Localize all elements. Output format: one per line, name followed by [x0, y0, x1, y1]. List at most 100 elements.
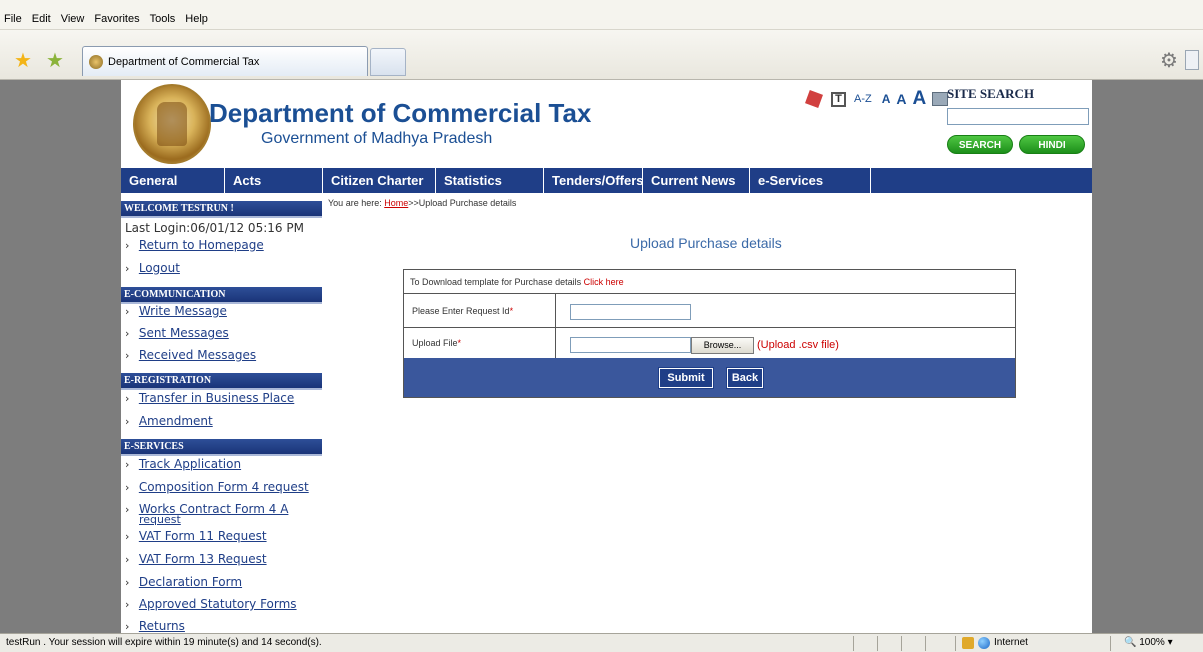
chevron-right-icon: ›	[125, 576, 130, 589]
status-separator	[901, 636, 902, 651]
back-button[interactable]: Back	[726, 367, 764, 389]
nav-statistics[interactable]: Statistics	[436, 168, 544, 193]
section-header-e-services: E-SERVICES	[121, 439, 322, 456]
last-login: Last Login:06/01/12 05:16 PM	[125, 221, 304, 235]
upload-hint: (Upload .csv file)	[757, 339, 839, 351]
security-zone[interactable]: Internet	[962, 634, 1028, 652]
chevron-right-icon: ›	[125, 481, 130, 494]
request-id-label-cell: Please Enter Request Id *	[404, 294, 556, 327]
menu-tools[interactable]: Tools	[150, 13, 176, 25]
sidebar-item-write-message[interactable]: › Write Message	[125, 304, 227, 318]
protected-mode-icon	[962, 637, 974, 649]
sidebar-item-transfer-business-place[interactable]: › Transfer in Business Place	[125, 391, 294, 405]
menu-edit[interactable]: Edit	[32, 13, 51, 25]
new-tab-button[interactable]	[370, 48, 406, 76]
site-favicon-icon	[89, 54, 103, 69]
sidebar-item-vat-form-11[interactable]: › VAT Form 11 Request	[125, 529, 267, 543]
nav-tenders-offers[interactable]: Tenders/Offers	[544, 168, 644, 193]
status-separator	[877, 636, 878, 651]
sidebar-item-vat-form-13[interactable]: › VAT Form 13 Request	[125, 552, 267, 566]
menu-favorites[interactable]: Favorites	[94, 13, 139, 25]
status-text: testRun . Your session will expire withi…	[6, 637, 322, 648]
required-mark: *	[509, 305, 514, 316]
upload-file-row: Upload File * Browse... (Upload .csv file…	[404, 328, 1015, 358]
sidebar-item-works-contract-form-cont[interactable]: request	[139, 513, 181, 526]
chevron-right-icon: ›	[125, 239, 130, 252]
chevron-right-icon: ›	[125, 327, 130, 340]
sidebar-item-return-home[interactable]: › Return to Homepage	[125, 238, 264, 252]
chevron-right-icon: ›	[125, 553, 130, 566]
download-template-text: To Download template for Purchase detail…	[410, 277, 582, 287]
section-header-e-registration: E-REGISTRATION	[121, 373, 322, 390]
text-tools: T A-Z A A A	[805, 88, 949, 110]
breadcrumb-current: >>Upload Purchase details	[408, 198, 517, 208]
zone-label: Internet	[994, 637, 1028, 648]
add-favorites-icon[interactable]: ★	[44, 50, 66, 72]
sidebar-item-sent-messages[interactable]: › Sent Messages	[125, 326, 229, 340]
chevron-right-icon: ›	[125, 305, 130, 318]
zoom-level[interactable]: 🔍 100% ▾	[1124, 634, 1173, 652]
sidebar-item-logout[interactable]: › Logout	[125, 261, 180, 275]
chevron-right-icon: ›	[125, 458, 130, 471]
sidebar-item-received-messages[interactable]: › Received Messages	[125, 348, 256, 362]
upload-file-path-input[interactable]	[570, 337, 691, 353]
page-menu-icon[interactable]	[1185, 50, 1199, 70]
font-medium-button[interactable]: A	[896, 91, 906, 107]
section-header-e-communication: E-COMMUNICATION	[121, 287, 322, 304]
government-emblem-logo	[133, 84, 211, 164]
menu-file[interactable]: File	[4, 13, 22, 25]
status-separator	[955, 636, 956, 651]
request-id-input[interactable]	[570, 304, 691, 320]
sidebar-item-declaration-form[interactable]: › Declaration Form	[125, 575, 242, 589]
sidebar-item-amendment[interactable]: › Amendment	[125, 414, 213, 428]
text-only-icon[interactable]: T	[831, 91, 846, 107]
nav-current-news[interactable]: Current News	[643, 168, 750, 193]
font-large-button[interactable]: A	[913, 88, 927, 110]
download-template-row: To Download template for Purchase detail…	[404, 270, 1015, 294]
search-button[interactable]: SEARCH	[947, 135, 1013, 154]
favorites-star-icon[interactable]: ★	[12, 50, 34, 72]
site-title: Department of Commercial Tax	[209, 98, 592, 128]
nav-citizen-charter[interactable]: Citizen Charter	[323, 168, 436, 193]
browser-tab[interactable]: Department of Commercial Tax	[82, 46, 368, 76]
chevron-right-icon: ›	[125, 620, 130, 633]
hindi-button[interactable]: HINDI	[1019, 135, 1085, 154]
site-search-input[interactable]	[947, 108, 1089, 125]
sitemap-az-link[interactable]: A-Z	[854, 93, 872, 105]
chevron-right-icon: ›	[125, 598, 130, 611]
sidebar-item-track-application[interactable]: › Track Application	[125, 457, 241, 471]
sidebar-item-returns[interactable]: › Returns	[125, 619, 185, 633]
internet-globe-icon	[978, 637, 990, 649]
font-small-button[interactable]: A	[882, 92, 891, 106]
site-subtitle: Government of Madhya Pradesh	[261, 130, 493, 147]
chevron-right-icon: ›	[125, 503, 130, 516]
tools-gear-icon[interactable]: ⚙	[1160, 48, 1178, 73]
browser-tab-title: Department of Commercial Tax	[108, 55, 260, 68]
chevron-right-icon: ›	[125, 415, 130, 428]
browser-statusbar: testRun . Your session will expire withi…	[0, 633, 1203, 652]
main-nav: General Acts Citizen Charter Statistics …	[121, 168, 1092, 193]
bookmark-icon[interactable]	[805, 90, 823, 108]
web-page: Department of Commercial Tax Government …	[121, 80, 1092, 633]
menu-view[interactable]: View	[61, 13, 85, 25]
chevron-right-icon: ›	[125, 392, 130, 405]
print-icon[interactable]	[932, 92, 949, 106]
breadcrumb-home-link[interactable]: Home	[384, 198, 408, 208]
zoom-value: 100%	[1139, 637, 1165, 648]
status-separator	[1110, 636, 1111, 651]
submit-button[interactable]: Submit	[658, 367, 714, 389]
nav-acts[interactable]: Acts	[225, 168, 323, 193]
sidebar-item-approved-statutory-forms[interactable]: › Approved Statutory Forms	[125, 597, 297, 611]
browse-button[interactable]: Browse...	[691, 337, 754, 354]
welcome-header: WELCOME TESTRUN !	[121, 201, 322, 218]
form-action-bar: Submit Back	[404, 358, 1015, 397]
nav-e-services[interactable]: e-Services	[750, 168, 871, 193]
upload-form: To Download template for Purchase detail…	[403, 269, 1016, 398]
menu-help[interactable]: Help	[185, 13, 208, 25]
window-top-strip	[0, 0, 1203, 8]
download-template-link[interactable]: Click here	[584, 277, 624, 287]
nav-general[interactable]: General	[121, 168, 225, 193]
chevron-right-icon: ›	[125, 530, 130, 543]
sidebar-item-composition-form-4[interactable]: › Composition Form 4 request	[125, 480, 309, 494]
chevron-right-icon: ›	[125, 349, 130, 362]
